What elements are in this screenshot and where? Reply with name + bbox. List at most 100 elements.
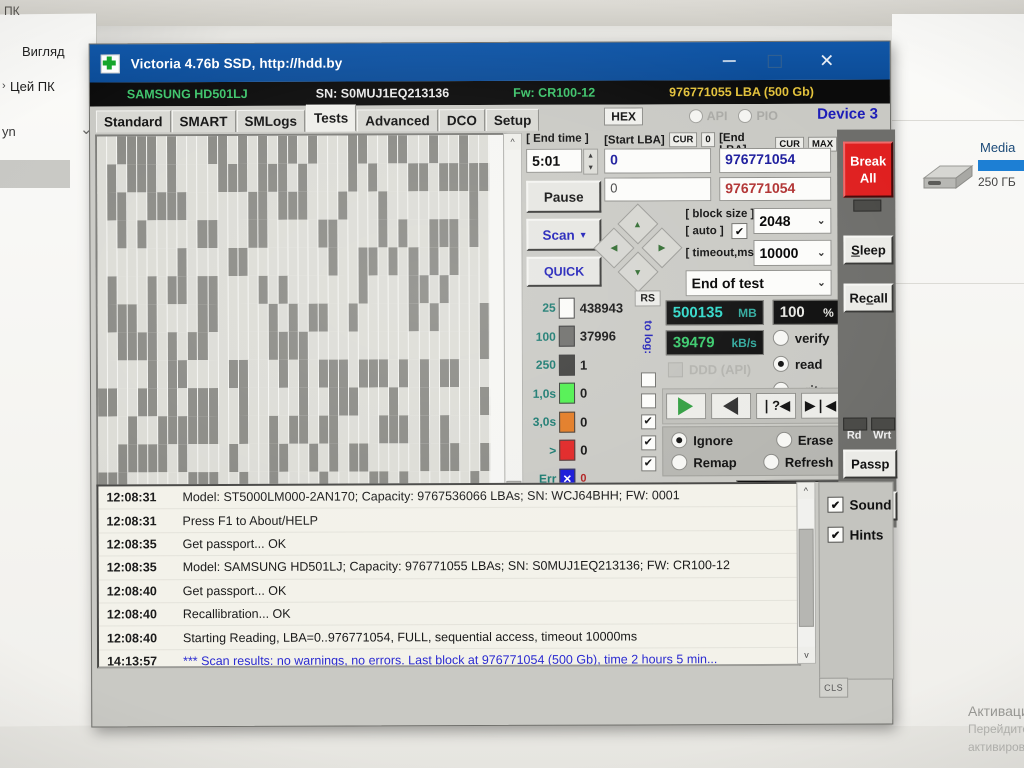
log-message: Starting Reading, LBA=0..976771054, FULL… [182,628,638,645]
ddd-checkbox[interactable] [667,362,683,378]
log-scrollbar[interactable]: ^ v [796,481,817,664]
play-forward-button[interactable] [665,393,706,420]
quick-button[interactable]: QUICK [526,256,602,287]
surface-map-cell [409,275,420,305]
surface-map-cell [247,191,259,221]
end-of-test-select[interactable]: End of test ⌄ [685,269,832,297]
surface-map-cell [308,219,319,249]
tab-smlogs[interactable]: SMLogs [236,109,306,132]
chevron-right-icon[interactable]: › [2,80,6,92]
auto-checkbox[interactable]: ✔ [731,223,748,240]
sound-checkbox[interactable]: ✔ [827,496,844,513]
scroll-up-icon[interactable]: ^ [504,133,522,150]
surface-map-cell [348,191,359,221]
surface-map-scrollbar[interactable]: ^ v [503,132,524,527]
surface-map-cell [137,304,149,334]
surface-map-cell [228,331,239,362]
activation-line-3: активировать Windows. [968,740,1024,754]
hex-button[interactable]: HEX [604,107,644,126]
log-row[interactable]: 12:08:35 Get passport... OK [98,530,799,557]
explorer-tree-item[interactable]: уn [2,124,16,139]
log-row[interactable]: 12:08:40 Recallibration... OK [98,600,799,627]
to-log-checkbox[interactable] [640,393,656,409]
end-time-field[interactable]: 5:01 [526,148,583,173]
log-row[interactable]: 12:08:40 Get passport... OK [98,577,799,604]
tab-dco[interactable]: DCO [438,109,485,132]
break-all-button[interactable]: Break All [843,141,894,198]
rs-label[interactable]: RS [634,290,661,307]
maximize-button[interactable] [752,42,798,80]
block-size-select[interactable]: 2048 ⌄ [753,207,832,234]
recall-button[interactable]: RecallRecall [843,283,894,313]
start-lba-input[interactable]: 0 [604,148,712,174]
clear-log-button[interactable]: CLS [819,677,849,698]
scan-button[interactable]: Scan ▾ [526,218,602,251]
explorer-tree-item-this-pc[interactable]: Цей ПК [10,79,55,94]
window-title-bar[interactable]: Victoria 4.76b SSD, http://hdd.by ✕ [89,41,890,83]
surface-map-cell [279,443,290,473]
log-list[interactable]: 12:08:31 Model: ST5000LM000-2AN170; Capac… [96,481,802,669]
tab-advanced[interactable]: Advanced [357,109,438,132]
log-row[interactable]: 12:08:35 Model: SAMSUNG HD501LJ; Capacity… [98,553,799,581]
surface-map-cell [480,443,491,473]
surface-map-row [97,219,490,250]
to-log-checkbox[interactable]: ✔ [640,456,656,472]
radio-verify[interactable]: verify [772,329,830,346]
sleep-button[interactable]: SSleepleep [843,235,894,265]
end-lba-input[interactable]: 976771054 [719,147,832,174]
tab-tests[interactable]: Tests [305,104,357,132]
surface-map[interactable] [95,132,509,531]
close-button[interactable]: ✕ [804,42,850,80]
log-row[interactable]: 14:13:57 *** Scan results: no warnings, n… [99,647,800,669]
radio-api[interactable]: API [688,109,727,124]
passp-button[interactable]: Passp [843,449,898,479]
radio-read-label: read [794,356,823,372]
end-time-spinner[interactable]: ▲ ▼ [583,148,599,175]
log-row[interactable]: 12:08:31 Model: ST5000LM000-2AN170; Capac… [98,483,799,510]
start-lba-cur-button[interactable]: CUR [668,132,698,148]
pause-button[interactable]: Pause [526,180,602,213]
log-row[interactable]: 12:08:31 Press F1 to About/HELP [98,507,799,534]
radio-remap[interactable]: Remap [671,454,737,471]
sound-option[interactable]: ✔ Sound [827,496,892,513]
radio-ignore[interactable]: Ignore [671,432,733,449]
start-lba-input-secondary[interactable]: 0 [604,177,712,202]
hints-checkbox[interactable]: ✔ [827,526,844,543]
play-back-button[interactable] [710,393,751,420]
step-end-button[interactable]: ▶❘◀ [800,392,841,419]
surface-map-cell [429,387,440,417]
to-log-checkbox[interactable]: ✔ [640,414,656,430]
to-log-checkbox[interactable] [640,372,656,388]
tab-smart[interactable]: SMART [171,109,236,133]
start-lba-zero-button[interactable]: 0 [701,132,715,148]
to-log-checkbox[interactable]: ✔ [640,435,656,451]
ddd-api-option[interactable]: DDD (API) [667,362,751,378]
surface-map-cell [358,303,370,333]
surface-map-cell [188,332,199,362]
radio-read[interactable]: read [772,355,830,372]
tab-setup[interactable]: Setup [485,108,540,132]
minimize-button[interactable] [706,42,752,80]
scroll-down-icon[interactable]: v [798,646,816,663]
surface-map-row [98,387,490,418]
scrollbar-thumb[interactable] [798,528,814,627]
radio-refresh[interactable]: Refresh [762,453,833,470]
explorer-view-menu[interactable]: Вигляд [22,44,65,59]
navigation-dpad[interactable]: ▲ ◀ ▶ ▼ [593,203,683,293]
radio-erase[interactable]: Erase [775,431,833,448]
surface-map-cell [128,416,139,446]
hints-option[interactable]: ✔ Hints [827,526,893,543]
tab-standard[interactable]: Standard [95,110,171,133]
surface-map-cell [419,387,430,417]
surface-map-cell [177,164,188,194]
timeout-select[interactable]: 10000 ⌄ [753,239,832,266]
log-row[interactable]: 12:08:40 Starting Reading, LBA=0..9767710… [98,624,800,651]
scroll-up-icon[interactable]: ^ [797,482,815,499]
surface-map-cell [167,164,178,194]
surface-map-cell [248,331,259,361]
step-query-button[interactable]: ❘?◀ [755,392,796,419]
surface-map-cell [288,303,299,333]
end-lba-input-secondary[interactable]: 976771054 [719,176,832,202]
radio-pio[interactable]: PIO [738,109,778,124]
surface-map-cell [448,135,459,165]
